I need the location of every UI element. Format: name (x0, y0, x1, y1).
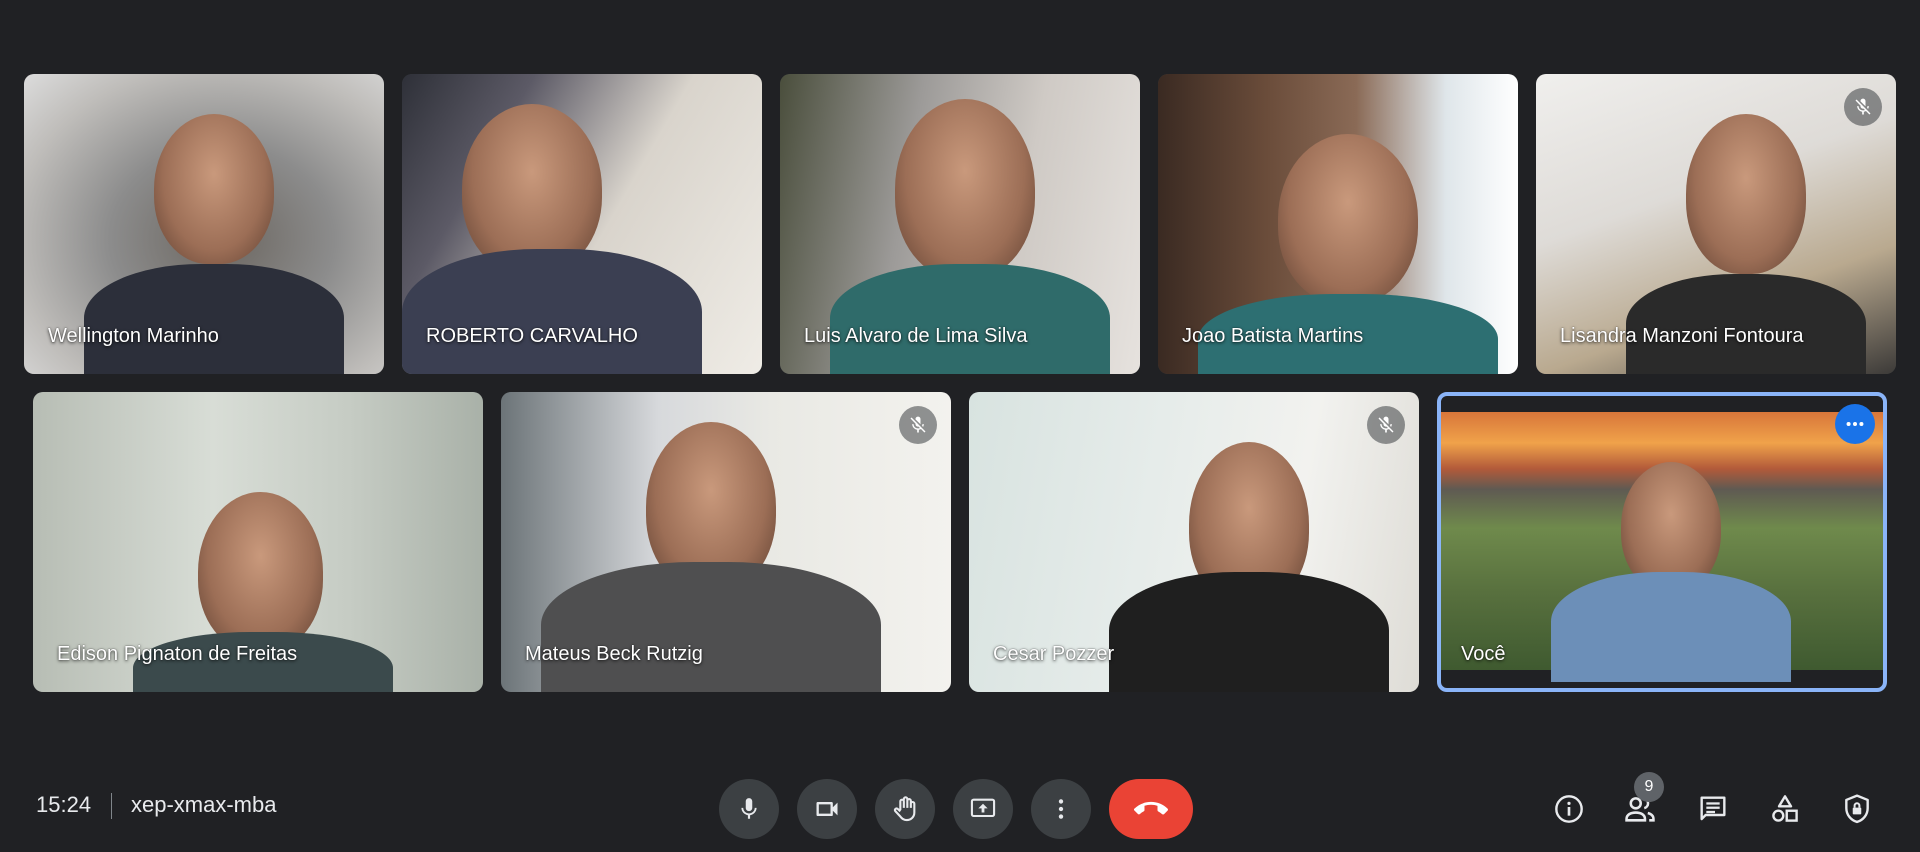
bottom-control-bar: 15:24 xep-xmax-mba 9 (0, 760, 1920, 852)
participant-tile[interactable]: Mateus Beck Rutzig (501, 392, 951, 692)
participant-name: Você (1461, 643, 1506, 665)
raise-hand-icon (893, 796, 916, 822)
present-screen-icon (970, 798, 996, 818)
participant-tile[interactable]: Edison Pignaton de Freitas (33, 392, 483, 692)
meeting-code: xep-xmax-mba (131, 792, 277, 817)
self-tile[interactable]: Você (1437, 392, 1887, 692)
mic-off-icon (1378, 416, 1394, 433)
participant-tile[interactable]: Luis Alvaro de Lima Silva (780, 74, 1140, 374)
mic-off-indicator (1367, 406, 1405, 444)
more-horizontal-icon (1846, 421, 1864, 427)
present-screen-button[interactable] (953, 779, 1013, 839)
participant-name: Lisandra Manzoni Fontoura (1560, 325, 1804, 347)
raise-hand-button[interactable] (875, 779, 935, 839)
activities-button[interactable] (1761, 785, 1809, 833)
meeting-info-button[interactable] (1545, 785, 1593, 833)
participant-tile[interactable]: Cesar Pozzer (969, 392, 1419, 692)
leave-call-icon (1134, 801, 1168, 815)
participant-name: Edison Pignaton de Freitas (57, 643, 298, 665)
participant-tile[interactable]: Wellington Marinho (24, 74, 384, 374)
self-options-button[interactable] (1835, 404, 1875, 444)
camera-icon (816, 802, 838, 816)
participant-name: Luis Alvaro de Lima Silva (804, 325, 1028, 347)
people-count-badge: 9 (1634, 772, 1664, 802)
participant-name: Cesar Pozzer (993, 643, 1115, 665)
self-video (1441, 412, 1883, 682)
participant-tile[interactable]: Joao Batista Martins (1158, 74, 1518, 374)
mic-off-indicator (1844, 88, 1882, 126)
divider (111, 793, 112, 819)
camera-button[interactable] (797, 779, 857, 839)
microphone-icon (741, 798, 757, 819)
participant-name: Joao Batista Martins (1182, 325, 1364, 347)
mic-off-icon (910, 416, 926, 433)
host-controls-button[interactable] (1833, 785, 1881, 833)
more-options-icon (1058, 799, 1064, 819)
activities-icon (1772, 795, 1798, 822)
meeting-time: 15:24 (36, 792, 92, 817)
participant-tile[interactable]: Lisandra Manzoni Fontoura (1536, 74, 1896, 374)
mic-off-indicator (899, 406, 937, 444)
participant-name: Mateus Beck Rutzig (525, 643, 703, 665)
leave-call-button[interactable] (1109, 779, 1193, 839)
info-icon (1555, 795, 1583, 823)
more-options-button[interactable] (1031, 779, 1091, 839)
microphone-button[interactable] (719, 779, 779, 839)
participant-name: Wellington Marinho (48, 325, 219, 347)
people-button[interactable]: 9 (1616, 772, 1664, 833)
chat-button[interactable] (1689, 785, 1737, 833)
meet-stage: Wellington Marinho ROBERTO CARVALHO Luis… (0, 0, 1920, 852)
chat-icon (1700, 796, 1726, 821)
participant-name: ROBERTO CARVALHO (426, 325, 638, 347)
mic-off-icon (1855, 98, 1871, 115)
participant-tile[interactable]: ROBERTO CARVALHO (402, 74, 762, 374)
host-controls-icon (1845, 794, 1869, 824)
